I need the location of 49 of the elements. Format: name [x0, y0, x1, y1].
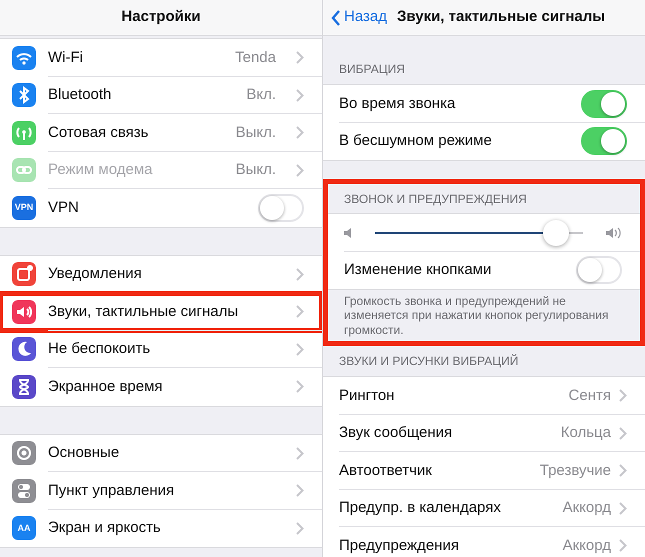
speaker-low-icon [344, 226, 352, 239]
section-header: ВИБРАЦИЯ [339, 61, 405, 78]
settings-row[interactable]: Звуки, тактильные сигналы [0, 293, 322, 330]
settings-row[interactable]: Пункт управления [0, 472, 322, 510]
chevron-icon [619, 464, 627, 478]
row-label: Во время звонка [339, 94, 456, 114]
chevron-icon [296, 522, 304, 535]
settings-row[interactable]: VPN VPN [0, 189, 322, 226]
chevron-icon [296, 305, 304, 318]
footer-note: Громкость звонка и предупреждений не изменяется при нажатии кнопок регулирования громкости. [343, 293, 610, 339]
chevron-icon [296, 380, 304, 394]
chevron-icon [296, 164, 304, 177]
settings-row[interactable]: AA Экран и яркость [0, 510, 322, 547]
screen-title: Настройки [121, 7, 201, 28]
chevron-icon [619, 502, 627, 515]
settings-row[interactable]: Сотовая связь Выкл. [0, 114, 322, 152]
sound-row[interactable]: Автоответчик Трезвучие [323, 452, 645, 490]
chevron-icon [296, 342, 304, 356]
chevron-icon [619, 426, 627, 440]
icon-tile: VPN [12, 196, 36, 220]
section-header: ЗВОНОК И ПРЕДУПРЕЖДЕНИЯ [344, 191, 527, 208]
settings-row[interactable]: Уведомления [0, 256, 322, 293]
speaker-loud-icon [606, 226, 622, 239]
sound-row[interactable]: Предупр. в календарях Аккорд [323, 490, 645, 528]
row-label: В бесшумном режиме [339, 131, 493, 151]
chevron-icon [296, 484, 304, 498]
icon-tile: AA [12, 516, 36, 540]
section-header: ЗВУКИ И РИСУНКИ ВИБРАЦИЙ [339, 353, 518, 370]
chevron-icon [296, 51, 304, 64]
settings-row[interactable]: Не беспокоить [0, 330, 322, 368]
chevron-icon [331, 10, 341, 26]
settings-row[interactable]: Основные [0, 434, 322, 472]
sound-row[interactable]: Рингтон Сентя [323, 377, 645, 415]
sound-row[interactable]: Звук сообщения Кольца [323, 414, 645, 452]
chevron-icon [296, 88, 304, 102]
toggle-switch[interactable] [581, 127, 627, 156]
chevron-icon [296, 446, 304, 460]
settings-row[interactable]: Экранное время [0, 368, 322, 406]
chevron-icon [296, 268, 304, 281]
screen-title: Звуки, тактильные сигналы [396, 7, 606, 28]
toggle-switch[interactable] [581, 90, 627, 118]
settings-row[interactable]: Bluetooth Вкл. [0, 76, 322, 114]
chevron-icon [619, 389, 627, 402]
sound-row[interactable]: Предупреждения Аккорд [323, 527, 645, 557]
chevron-icon [619, 539, 627, 552]
settings-row[interactable]: Wi-Fi Tenda [0, 39, 322, 76]
chevron-icon [296, 126, 304, 140]
row-label: Изменение кнопками [344, 260, 492, 280]
back-button[interactable]: Назад [331, 6, 387, 29]
